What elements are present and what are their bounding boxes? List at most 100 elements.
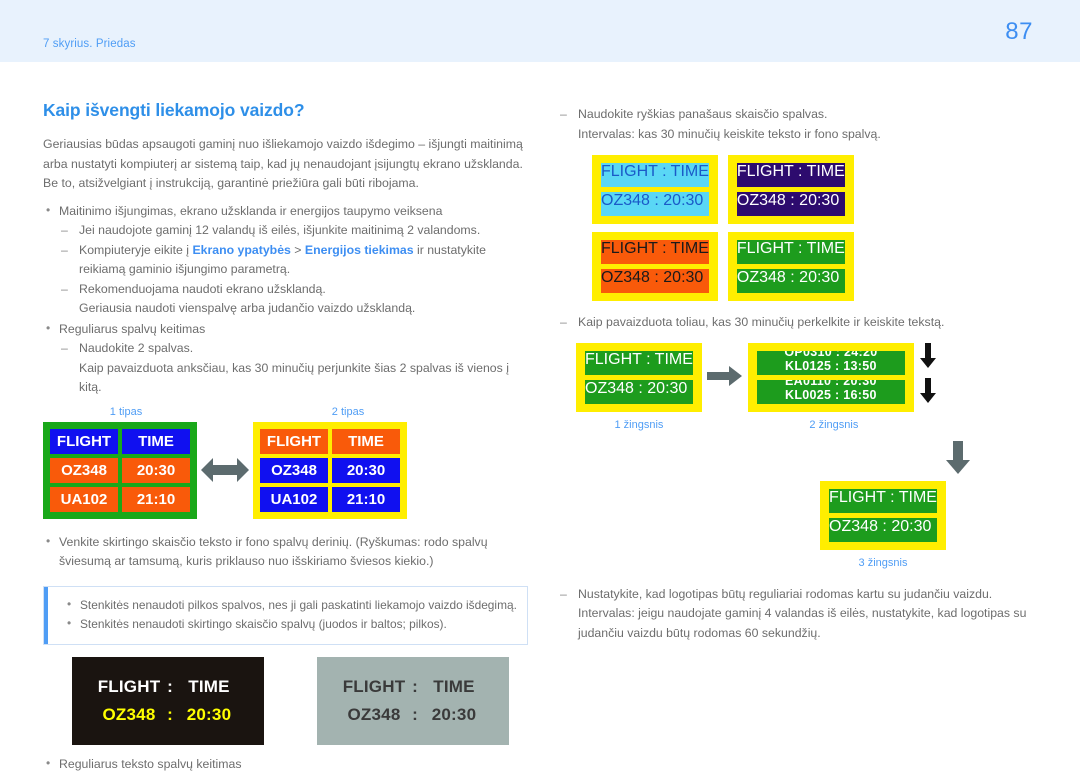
cyan-time-label: TIME	[670, 163, 709, 180]
step2-label: 2 žingsnis	[809, 418, 859, 431]
step1-colon2: :	[638, 379, 643, 397]
step1-label: 1 žingsnis	[614, 418, 664, 431]
step1-line2: OZ348 : 20:30	[585, 379, 693, 404]
gray-panel-flight-label: FLIGHT	[342, 676, 406, 696]
right-note-list-3: Nustatykite, kad logotipas būtų reguliar…	[560, 585, 1040, 605]
notice-list: Stenkitės nenaudoti pilkos spalvos, nes …	[62, 595, 517, 635]
bullet-power-off-label: Maitinimo išjungimas, ekrano užsklanda i…	[59, 203, 443, 218]
step2-scroll-arrows	[914, 342, 936, 409]
cell-flight-header: FLIGHT	[260, 428, 328, 454]
flight-table-type1: FLIGHT TIME OZ348 20:30 UA102 21:10	[43, 421, 197, 519]
sub-item-screensaver-cont: Geriausia naudoti vienspalvę arba judanč…	[79, 301, 416, 315]
link-ekrano-ypatybes[interactable]: Ekrano ypatybės	[192, 243, 290, 257]
right-note-list-2: Kaip pavaizduota toliau, kas 30 minučių …	[560, 313, 1040, 333]
cell-time-header: TIME	[332, 428, 400, 454]
contrast-bullet-list: Venkite skirtingo skaisčio teksto ir fon…	[43, 532, 533, 572]
gray-panel-colon1: :	[412, 676, 418, 696]
sub2-pre: Kompiuteryje eikite į	[79, 242, 193, 257]
step2-scroll-cell-2: EA0110 : 20:30 KL0025 : 16:50	[756, 379, 905, 404]
orange-panel-line2: OZ348 : 20:30	[601, 269, 709, 293]
cell-flight-ua102: UA102	[260, 486, 328, 512]
green-colon1: :	[797, 240, 803, 257]
flight-table-diagram: 1 tipas 2 tipas FLIGHT TIME OZ348 20:30 …	[43, 406, 533, 519]
sub-item-12hours: Jei naudojote gaminį 12 valandų iš eilės…	[59, 221, 533, 241]
green-flight-value: OZ348	[736, 269, 786, 286]
intro-paragraph: Geriausias būdas apsaugoti gaminį nuo iš…	[43, 137, 523, 190]
purple-colon2: :	[790, 192, 795, 209]
color-panel-grid: FLIGHT : TIME OZ348 : 20:30 FLIGHT : TIM…	[592, 155, 970, 309]
green-panel-line1: FLIGHT : TIME	[736, 240, 845, 264]
table-row: UA102 21:10	[258, 485, 402, 514]
cyan-colon2: :	[654, 192, 659, 209]
step2-line-op0310: OP0310 : 24:20	[784, 350, 878, 359]
orange-time-label: TIME	[670, 240, 709, 257]
dark-panel-colon2: :	[167, 704, 173, 724]
orange-flight-value: OZ348	[601, 269, 650, 286]
page-title: Kaip išvengti liekamojo vaizdo?	[43, 100, 305, 120]
purple-flight-value: OZ348	[736, 192, 786, 209]
flight-table-type2: FLIGHT TIME OZ348 20:30 UA102 21:10	[253, 421, 407, 519]
purple-panel-line1: FLIGHT : TIME	[736, 163, 845, 187]
notice-box: Stenkitės nenaudoti pilkos spalvos, nes …	[43, 585, 528, 645]
dark-panel-line2: OZ348 : 20:30	[96, 701, 240, 729]
table-row: OZ348 20:30	[258, 456, 402, 485]
dark-panel-colon1: :	[167, 676, 173, 696]
purple-colon1: :	[797, 163, 803, 180]
step3-line1: FLIGHT : TIME	[829, 488, 937, 513]
step1-line1: FLIGHT : TIME	[585, 350, 693, 375]
purple-panel-line2: OZ348 : 20:30	[736, 192, 845, 216]
notice-item-brightness: Stenkitės nenaudoti skirtingo skaisčio s…	[62, 614, 517, 635]
final-bullet-list: Reguliarus teksto spalvų keitimas	[43, 754, 533, 775]
bullet-power-off: Maitinimo išjungimas, ekrano užsklanda i…	[43, 201, 533, 319]
link-energijos-tiekimas[interactable]: Energijos tiekimas	[305, 243, 414, 257]
step1-time-label: TIME	[654, 350, 693, 368]
step3-colon1: :	[890, 488, 895, 506]
breadcrumb: 7 skyrius. Priedas	[43, 38, 136, 50]
gray-panel-flight-value: OZ348	[347, 704, 401, 724]
purple-flight-label: FLIGHT	[736, 163, 794, 180]
note-logo-display: Nustatykite, kad logotipas būtų reguliar…	[560, 585, 1040, 605]
step3-flight-value: OZ348	[829, 517, 878, 535]
bullet-color-change: Reguliarus spalvų keitimas Naudokite 2 s…	[43, 319, 533, 398]
note-move-text: Kaip pavaizduota toliau, kas 30 minučių …	[560, 313, 1040, 333]
green-panel-line2: OZ348 : 20:30	[736, 269, 845, 293]
arrow-down-small-icon	[919, 342, 936, 374]
header-band	[0, 0, 1080, 62]
main-bullet-list: Maitinimo išjungimas, ekrano užsklanda i…	[43, 201, 533, 398]
gray-panel-line2: OZ348 : 20:30	[341, 701, 485, 729]
sub-item-two-colors: Naudokite 2 spalvas.	[59, 339, 533, 359]
cell-time-2110: 21:10	[332, 486, 400, 512]
type1-label: 1 tipas	[109, 405, 143, 418]
dark-panel-time-label: TIME	[188, 676, 230, 696]
sub-item-display-properties: Kompiuteryje eikite į Ekrano ypatybės > …	[59, 241, 533, 280]
cell-time-2030: 20:30	[122, 457, 190, 483]
arrow-down-icon	[576, 440, 1080, 475]
green-panel-frame: FLIGHT : TIME OZ348 : 20:30	[727, 232, 854, 301]
table-header-row: FLIGHT TIME	[258, 427, 402, 456]
step1-time-value: 20:30	[647, 379, 688, 397]
note-bright-colors: Naudokite ryškias panašaus skaisčio spal…	[560, 105, 1040, 125]
dark-contrast-panel: FLIGHT : TIME OZ348 : 20:30	[72, 656, 264, 745]
step3-row: FLIGHT : TIME OZ348 : 20:30 3 žingsnis	[576, 480, 1040, 569]
table-row: UA102 21:10	[48, 485, 192, 514]
cyan-panel-frame: FLIGHT : TIME OZ348 : 20:30	[592, 155, 718, 224]
arrow-right-icon	[702, 343, 748, 409]
step1-colon1: :	[646, 350, 651, 368]
step2-frame: OP0310 : 24:20 KL0125 : 13:50 EA0110 : 2…	[747, 342, 914, 412]
step1-frame: FLIGHT : TIME OZ348 : 20:30	[576, 342, 702, 412]
dark-panel-flight-value: OZ348	[102, 704, 156, 724]
gray-contrast-panel: FLIGHT : TIME OZ348 : 20:30	[317, 656, 509, 745]
note-bright-colors-cont: Intervalas: kas 30 minučių keiskite teks…	[578, 126, 881, 141]
step3-flight-label: FLIGHT	[829, 488, 886, 506]
green-time-label: TIME	[806, 240, 845, 257]
orange-colon2: :	[654, 269, 659, 286]
cell-time-2030: 20:30	[332, 457, 400, 483]
orange-flight-label: FLIGHT	[601, 240, 658, 257]
cyan-colon1: :	[662, 163, 667, 180]
orange-panel-frame: FLIGHT : TIME OZ348 : 20:30	[592, 232, 718, 301]
page-number: 87	[1005, 18, 1033, 45]
step-diagram: FLIGHT : TIME OZ348 : 20:30 1 žingsnis O…	[576, 342, 1040, 569]
cyan-time-value: 20:30	[663, 192, 704, 209]
step1-flight-value: OZ348	[585, 379, 634, 397]
dark-panel-flight-label: FLIGHT	[97, 676, 161, 696]
